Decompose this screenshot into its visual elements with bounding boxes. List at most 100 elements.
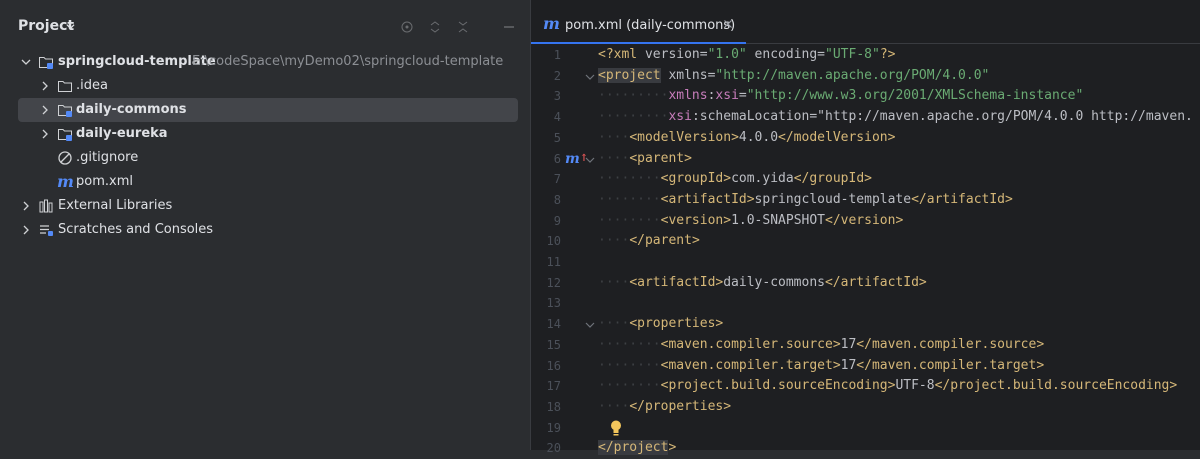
code-text: ····<artifactId>daily-commons</artifactI…: [598, 274, 927, 290]
line-number: 20: [546, 441, 561, 456]
line-number: 3: [553, 89, 561, 104]
code-text: ·········xmlns:xsi="http://www.w3.org/20…: [598, 88, 1084, 104]
code-line[interactable]: 19: [531, 418, 1200, 439]
code-line[interactable]: 2 <project xmlns="http://maven.apache.org…: [531, 66, 1200, 87]
line-number: 7: [553, 172, 561, 187]
library-icon: [39, 199, 53, 213]
tree-item-gitignore[interactable]: .gitignore: [0, 146, 530, 170]
tree-item-pom-xml[interactable]: m pom.xml: [0, 170, 530, 194]
code-text: ········<project.build.sourceEncoding>UT…: [598, 378, 1178, 394]
project-panel: Project springcloud-template E:\codeSpac…: [0, 0, 530, 450]
lightbulb-icon[interactable]: [609, 419, 623, 437]
code-line[interactable]: 12 ····<artifactId>daily-commons</artifac…: [531, 273, 1200, 294]
code-line[interactable]: 6 m↑ ····<parent>: [531, 149, 1200, 170]
tree-item-springcloud-template[interactable]: springcloud-template E:\codeSpace\myDemo…: [0, 50, 530, 74]
maven-parent-gutter-icon[interactable]: m↑: [565, 151, 588, 167]
code-line[interactable]: 1 <?xml version="1.0" encoding="UTF-8"?>: [531, 45, 1200, 66]
code-line[interactable]: 7 ········<groupId>com.yida</groupId>: [531, 169, 1200, 190]
locate-icon[interactable]: [400, 20, 414, 34]
project-panel-header: Project: [0, 8, 530, 44]
code-line[interactable]: 5 ····<modelVersion>4.0.0</modelVersion>: [531, 128, 1200, 149]
ignore-file-icon: [58, 151, 72, 165]
tree-item-scratches[interactable]: Scratches and Consoles: [0, 218, 530, 242]
fold-chevron-icon[interactable]: [585, 72, 595, 82]
code-line[interactable]: 9 ········<version>1.0-SNAPSHOT</version>: [531, 211, 1200, 232]
line-number: 15: [546, 337, 561, 352]
line-number: 11: [546, 255, 561, 269]
code-text: <project xmlns="http://maven.apache.org/…: [598, 67, 990, 83]
line-number: 4: [553, 110, 561, 125]
tree-item-path: E:\codeSpace\myDemo02\springcloud-templa…: [192, 54, 504, 69]
code-text: ········<maven.compiler.target>17</maven…: [598, 357, 1045, 373]
code-text: ········<groupId>com.yida</groupId>: [598, 171, 872, 187]
chevron-right-icon[interactable]: [21, 225, 31, 235]
tab-pom-xml[interactable]: m pom.xml (daily-commons): [531, 5, 746, 44]
code-text: ········<maven.compiler.source>17</maven…: [598, 336, 1045, 352]
tree-item-label: pom.xml: [76, 174, 133, 189]
code-line[interactable]: 17 ········<project.build.sourceEncoding>…: [531, 376, 1200, 397]
line-number: 12: [546, 275, 561, 290]
collapse-all-icon[interactable]: [456, 20, 470, 34]
tree-item-label: Scratches and Consoles: [58, 222, 214, 237]
fold-chevron-icon[interactable]: [585, 320, 595, 330]
tree-item-idea[interactable]: .idea: [0, 74, 530, 98]
tab-label: pom.xml (daily-commons): [565, 18, 736, 33]
line-number: 10: [546, 234, 561, 249]
code-line[interactable]: 3 ·········xmlns:xsi="http://www.w3.org/2…: [531, 86, 1200, 107]
line-number: 16: [546, 358, 561, 373]
code-text: ········<version>1.0-SNAPSHOT</version>: [598, 212, 904, 228]
code-line[interactable]: 11: [531, 252, 1200, 273]
code-line[interactable]: 10 ····</parent>: [531, 231, 1200, 252]
chevron-right-icon[interactable]: [40, 129, 50, 139]
tree-item-label: External Libraries: [58, 198, 173, 213]
line-number: 19: [546, 420, 561, 435]
chevron-right-icon[interactable]: [40, 81, 50, 91]
code-line[interactable]: 14 ····<properties>: [531, 314, 1200, 335]
code-text: ····<modelVersion>4.0.0</modelVersion>: [598, 129, 896, 145]
tree-item-label: .idea: [76, 78, 108, 93]
scratches-icon: [40, 225, 53, 236]
chevron-down-icon[interactable]: [21, 57, 31, 67]
close-icon[interactable]: [723, 19, 733, 29]
active-tab-indicator: [531, 42, 746, 44]
module-folder-icon: [58, 129, 72, 141]
chevron-right-icon[interactable]: [40, 105, 50, 115]
chevron-down-icon[interactable]: [66, 22, 75, 31]
chevron-right-icon[interactable]: [21, 201, 31, 211]
line-number: 14: [546, 317, 561, 332]
line-number: 2: [553, 68, 561, 83]
code-line[interactable]: 4 ·········xsi:schemaLocation="http://mav…: [531, 107, 1200, 128]
module-folder-icon: [58, 105, 72, 117]
line-number: 17: [546, 379, 561, 394]
code-line[interactable]: 20 </project>: [531, 438, 1200, 459]
module-folder-icon: [39, 57, 53, 69]
code-text: ····<parent>: [598, 150, 692, 166]
hide-panel-icon[interactable]: [502, 20, 516, 34]
code-line[interactable]: 18 ····</properties>: [531, 397, 1200, 418]
line-number: 8: [553, 192, 561, 207]
tree-item-external-libraries[interactable]: External Libraries: [0, 194, 530, 218]
editor: m pom.xml (daily-commons) 1 <?xml version…: [531, 0, 1200, 456]
line-number: 6: [553, 151, 561, 166]
code-line[interactable]: 13: [531, 293, 1200, 314]
tree-item-daily-eureka[interactable]: daily-eureka: [0, 122, 530, 146]
maven-icon: m: [57, 172, 74, 191]
expand-all-icon[interactable]: [428, 20, 442, 34]
code-text: </project>: [598, 440, 677, 456]
code-line[interactable]: 15 ········<maven.compiler.source>17</mav…: [531, 335, 1200, 356]
code-text: ····</parent>: [598, 233, 700, 249]
code-text: <?xml version="1.0" encoding="UTF-8"?>: [598, 47, 896, 62]
tree-item-label: daily-eureka: [76, 126, 168, 141]
code-text: ····</properties>: [598, 398, 732, 414]
tree-item-daily-commons[interactable]: daily-commons: [0, 98, 530, 122]
folder-icon: [58, 81, 72, 92]
code-text: ·········xsi:schemaLocation="http://mave…: [598, 109, 1193, 125]
line-number: 5: [553, 130, 561, 145]
code-line[interactable]: 16 ········<maven.compiler.target>17</mav…: [531, 356, 1200, 377]
line-number: 18: [546, 399, 561, 414]
editor-tabbar: m pom.xml (daily-commons): [531, 5, 1200, 44]
tree-item-label: daily-commons: [76, 102, 187, 117]
code-text: ····<properties>: [598, 316, 724, 332]
line-number: 9: [553, 213, 561, 228]
code-line[interactable]: 8 ········<artifactId>springcloud-templat…: [531, 190, 1200, 211]
